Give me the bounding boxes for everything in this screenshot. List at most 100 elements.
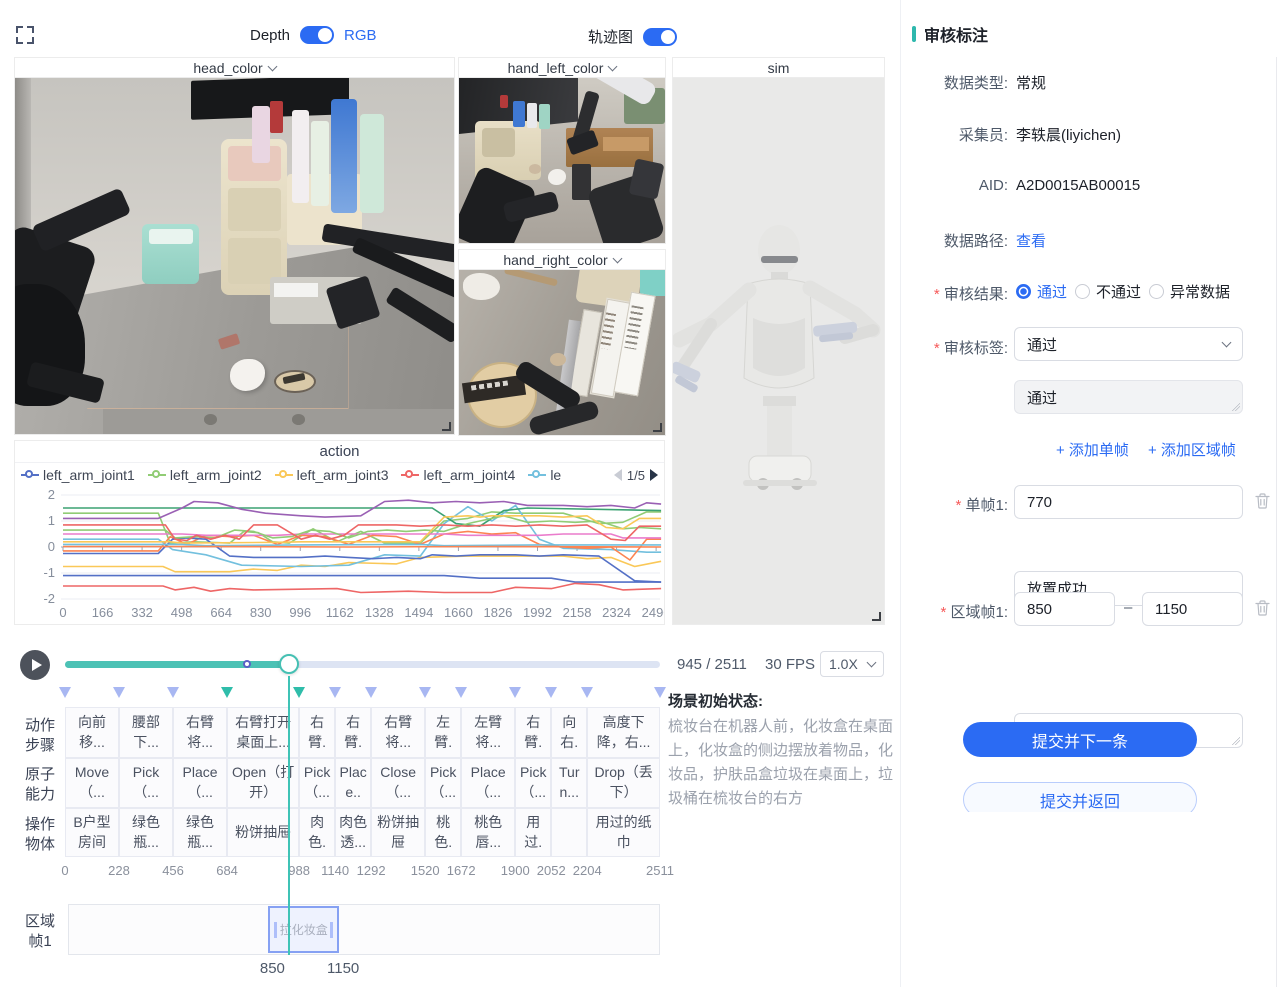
fullscreen-icon[interactable]	[16, 26, 34, 44]
skill-cell[interactable]: Turn...	[551, 758, 587, 808]
skill-cell[interactable]: Pick（...	[119, 758, 173, 808]
radio-icon[interactable]	[1075, 284, 1090, 299]
skill-cell[interactable]: Place（...	[173, 758, 227, 808]
frame-marker-1292[interactable]	[365, 687, 377, 698]
object-cell[interactable]: 用过的纸巾	[587, 808, 660, 857]
hand-right-camera-header[interactable]: hand_right_color	[459, 250, 665, 270]
sim-viewport[interactable]	[673, 78, 884, 624]
radio-selected-icon[interactable]	[1016, 284, 1031, 299]
play-button[interactable]	[20, 650, 50, 680]
step-cell[interactable]: 右臂.	[515, 707, 551, 758]
delete-single-frame-icon[interactable]	[1255, 493, 1270, 509]
data-path-link[interactable]: 查看	[1016, 230, 1046, 251]
skill-cell[interactable]: Pick（...	[515, 758, 551, 808]
object-cell[interactable]: 肉色.	[299, 808, 335, 857]
frame-marker-0[interactable]	[59, 687, 71, 698]
review-tag-select[interactable]: 通过	[1014, 327, 1243, 361]
scrollbar-track[interactable]	[1276, 57, 1277, 987]
step-cell[interactable]: 右臂将...	[173, 707, 227, 758]
hand-left-camera-header[interactable]: hand_left_color	[459, 58, 665, 78]
object-cell[interactable]	[551, 808, 587, 857]
step-cell[interactable]: 右臂.	[335, 707, 371, 758]
head-camera-header[interactable]: head_color	[15, 58, 454, 78]
object-cell[interactable]: 桃色唇...	[461, 808, 515, 857]
region-handle-right[interactable]	[330, 922, 333, 938]
resize-grip-icon[interactable]	[1232, 403, 1240, 411]
add-single-frame-link[interactable]: + 添加单帧	[1056, 439, 1129, 460]
legend-item-left_arm_joint2[interactable]: left_arm_joint2	[148, 467, 262, 483]
frame-marker-1140[interactable]	[329, 687, 341, 698]
legend-item-left_arm_joint4[interactable]: left_arm_joint4	[401, 467, 515, 483]
single-frame-input[interactable]: 770	[1014, 485, 1243, 519]
region-frame-end-input[interactable]: 1150	[1142, 592, 1243, 626]
frame-axis-tick: 2511	[646, 863, 674, 878]
skill-cell[interactable]: Place（...	[461, 758, 515, 808]
object-cell[interactable]: 肉色透...	[335, 808, 371, 857]
frame-axis-tick: 2052	[537, 863, 566, 878]
frame-marker-1672[interactable]	[455, 687, 467, 698]
skill-cell[interactable]: Place..	[335, 758, 371, 808]
resize-corner-icon[interactable]	[872, 612, 881, 621]
legend-prev-icon[interactable]	[614, 469, 622, 481]
region-track[interactable]	[68, 904, 660, 955]
timeline-slider-handle[interactable]	[279, 654, 299, 674]
depth-rgb-toggle[interactable]	[300, 26, 334, 44]
action-chart[interactable]: 210-1-2016633249866483099611621328149416…	[15, 487, 664, 624]
object-cell[interactable]: 绿色瓶...	[173, 808, 227, 857]
submit-back-button[interactable]: 提交并返回	[963, 782, 1197, 812]
step-cell[interactable]: 向右.	[551, 707, 587, 758]
skill-cell[interactable]: Pick（...	[299, 758, 335, 808]
resize-grip-icon[interactable]	[1232, 737, 1240, 745]
frame-marker-988[interactable]	[293, 687, 305, 698]
region-handle-left[interactable]	[274, 922, 277, 938]
legend-item-left_arm_joint1[interactable]: left_arm_joint1	[21, 467, 135, 483]
step-cell[interactable]: 右臂将...	[371, 707, 425, 758]
frame-marker-2511[interactable]	[654, 687, 666, 698]
result-option-label: 不通过	[1096, 281, 1141, 302]
skill-cell[interactable]: Drop（丢下）	[587, 758, 660, 808]
step-cell[interactable]: 右臂.	[299, 707, 335, 758]
frame-marker-228[interactable]	[113, 687, 125, 698]
object-cell[interactable]: 用过.	[515, 808, 551, 857]
row-label-steps: 动作步骤	[20, 716, 60, 757]
object-cell[interactable]: 绿色瓶...	[119, 808, 173, 857]
frame-marker-2204[interactable]	[581, 687, 593, 698]
result-option-不通过[interactable]: 不通过	[1075, 281, 1141, 302]
object-cell[interactable]: 桃色.	[425, 808, 461, 857]
legend-next-icon[interactable]	[650, 469, 658, 481]
frame-marker-1520[interactable]	[419, 687, 431, 698]
submit-next-button[interactable]: 提交并下一条	[963, 722, 1197, 757]
svg-text:498: 498	[171, 605, 193, 620]
step-cell[interactable]: 高度下降，右...	[587, 707, 660, 758]
review-tag-note[interactable]: 通过	[1014, 380, 1243, 414]
object-cell[interactable]: B户型房间	[65, 808, 119, 857]
aid-label: AID:	[900, 177, 1008, 194]
radio-icon[interactable]	[1149, 284, 1164, 299]
resize-corner-icon[interactable]	[442, 422, 451, 431]
region-frame-start-input[interactable]: 850	[1014, 592, 1115, 626]
frame-marker-2052[interactable]	[545, 687, 557, 698]
resize-corner-icon[interactable]	[653, 423, 662, 432]
result-option-异常数据[interactable]: 异常数据	[1149, 281, 1230, 302]
step-cell[interactable]: 腰部下...	[119, 707, 173, 758]
step-cell[interactable]: 左臂.	[425, 707, 461, 758]
legend-item-le[interactable]: le	[528, 467, 561, 483]
frame-marker-684[interactable]	[221, 687, 233, 698]
frame-marker-456[interactable]	[167, 687, 179, 698]
skill-cell[interactable]: Pick（...	[425, 758, 461, 808]
object-cell[interactable]: 粉饼抽屉	[371, 808, 425, 857]
speed-select[interactable]: 1.0X	[820, 651, 884, 677]
skill-cell[interactable]: Close（...	[371, 758, 425, 808]
trajectory-toggle[interactable]	[643, 28, 677, 46]
add-region-frame-link[interactable]: + 添加区域帧	[1148, 439, 1236, 460]
svg-text:1162: 1162	[326, 605, 354, 620]
title-accent-bar	[912, 26, 916, 42]
result-option-通过[interactable]: 通过	[1016, 281, 1067, 302]
skill-cell[interactable]: Move（...	[65, 758, 119, 808]
step-cell[interactable]: 向前移...	[65, 707, 119, 758]
delete-region-frame-icon[interactable]	[1255, 600, 1270, 616]
frame-marker-1900[interactable]	[509, 687, 521, 698]
region-block[interactable]: 拉化妆盒	[268, 906, 339, 953]
legend-item-left_arm_joint3[interactable]: left_arm_joint3	[275, 467, 389, 483]
step-cell[interactable]: 左臂将...	[461, 707, 515, 758]
